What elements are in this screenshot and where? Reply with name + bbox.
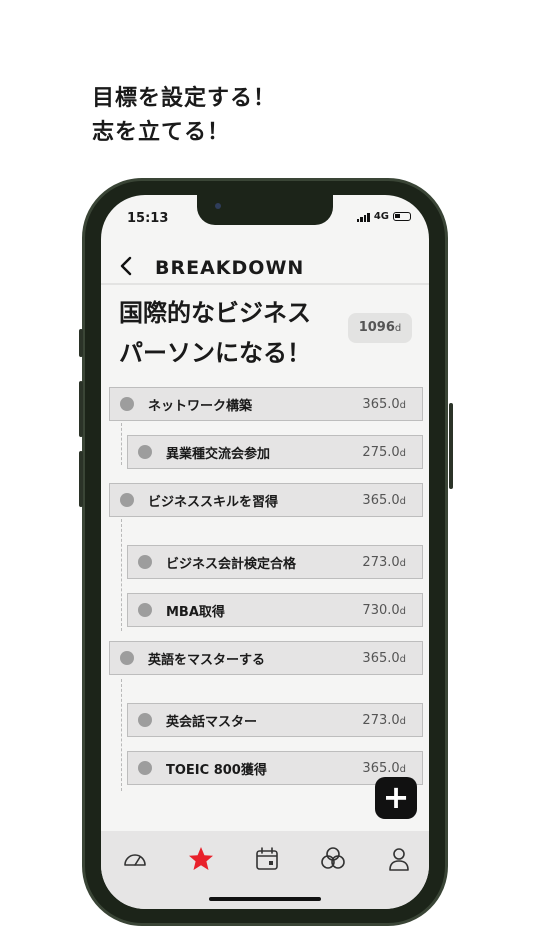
task-days: 275.0d xyxy=(362,444,406,460)
calendar-icon xyxy=(256,847,278,870)
signal-icon xyxy=(356,212,370,222)
promo-text: 目標を設定する！ 志を立てる！ xyxy=(92,82,276,150)
camera xyxy=(215,203,221,209)
task-days: 273.0d xyxy=(362,712,406,728)
promo-line-2: 志を立てる！ xyxy=(92,120,231,145)
task-label: ビジネススキルを習得 xyxy=(148,494,279,510)
status-indicators: 4G xyxy=(356,211,411,222)
task-row[interactable]: ビジネススキルを習得 365.0d xyxy=(109,483,423,517)
task-row[interactable]: 異業種交流会参加 275.0d xyxy=(127,435,423,469)
task-row[interactable]: MBA取得 730.0d xyxy=(127,593,423,627)
goal-title-line-2: パーソンになる！ xyxy=(119,339,311,367)
app-screen: 15:13 4G BREAKDOWN 国際的なビジネス パーソンになる！ 109… xyxy=(101,195,429,909)
volume-down-button xyxy=(79,451,83,507)
volume-up-button xyxy=(79,381,83,437)
task-days: 365.0d xyxy=(362,760,406,776)
status-time: 15:13 xyxy=(127,211,169,226)
task-row[interactable]: 英会話マスター 273.0d xyxy=(127,703,423,737)
goal-days-badge: 1096d xyxy=(348,313,412,343)
header-divider xyxy=(101,283,429,285)
plus-icon: + xyxy=(382,778,410,816)
task-label: MBA取得 xyxy=(166,604,225,620)
circles-icon xyxy=(321,847,345,869)
tab-groups[interactable] xyxy=(319,845,347,873)
person-icon xyxy=(389,848,409,871)
tab-profile[interactable] xyxy=(385,845,413,873)
task-label: TOEIC 800獲得 xyxy=(166,762,267,778)
page-title: BREAKDOWN xyxy=(155,257,305,279)
task-row[interactable]: ネットワーク構築 365.0d xyxy=(109,387,423,421)
power-button xyxy=(449,403,453,489)
task-status-dot[interactable] xyxy=(120,493,134,507)
gauge-icon xyxy=(124,854,146,866)
tree-connector xyxy=(121,423,122,465)
notch xyxy=(197,195,333,225)
task-status-dot[interactable] xyxy=(120,651,134,665)
tab-calendar[interactable] xyxy=(253,845,281,873)
tree-connector xyxy=(121,679,122,791)
task-status-dot[interactable] xyxy=(120,397,134,411)
tab-goals[interactable] xyxy=(187,845,215,873)
network-type: 4G xyxy=(373,211,389,222)
navigation-bar: BREAKDOWN xyxy=(101,247,429,287)
home-indicator xyxy=(209,897,321,901)
task-label: 英会話マスター xyxy=(166,714,258,730)
task-days: 365.0d xyxy=(362,650,406,666)
star-icon xyxy=(189,847,213,870)
task-label: ネットワーク構築 xyxy=(148,398,253,414)
task-days: 365.0d xyxy=(362,492,406,508)
add-task-button[interactable]: + xyxy=(375,777,417,819)
phone-frame: 15:13 4G BREAKDOWN 国際的なビジネス パーソンになる！ 109… xyxy=(79,178,453,926)
task-label: 英語をマスターする xyxy=(148,652,266,668)
battery-icon xyxy=(393,212,411,221)
task-label: ビジネス会計検定合格 xyxy=(166,556,297,572)
tree-connector xyxy=(121,519,122,631)
task-status-dot[interactable] xyxy=(138,603,152,617)
task-label: 異業種交流会参加 xyxy=(166,446,271,462)
goal-days-unit: d xyxy=(394,323,402,334)
task-row[interactable]: ビジネス会計検定合格 273.0d xyxy=(127,545,423,579)
chevron-left-icon[interactable] xyxy=(119,255,133,281)
goal-title: 国際的なビジネス パーソンになる！ xyxy=(119,293,339,373)
task-row[interactable]: 英語をマスターする 365.0d xyxy=(109,641,423,675)
goal-days-value: 1096 xyxy=(358,320,395,335)
goal-title-line-1: 国際的なビジネス xyxy=(119,299,311,327)
mute-switch xyxy=(79,329,83,357)
task-status-dot[interactable] xyxy=(138,761,152,775)
task-days: 273.0d xyxy=(362,554,406,570)
promo-line-1: 目標を設定する！ xyxy=(92,86,277,111)
task-status-dot[interactable] xyxy=(138,713,152,727)
task-status-dot[interactable] xyxy=(138,445,152,459)
task-days: 730.0d xyxy=(362,602,406,618)
task-days: 365.0d xyxy=(362,396,406,412)
tab-dashboard[interactable] xyxy=(121,845,149,873)
task-status-dot[interactable] xyxy=(138,555,152,569)
